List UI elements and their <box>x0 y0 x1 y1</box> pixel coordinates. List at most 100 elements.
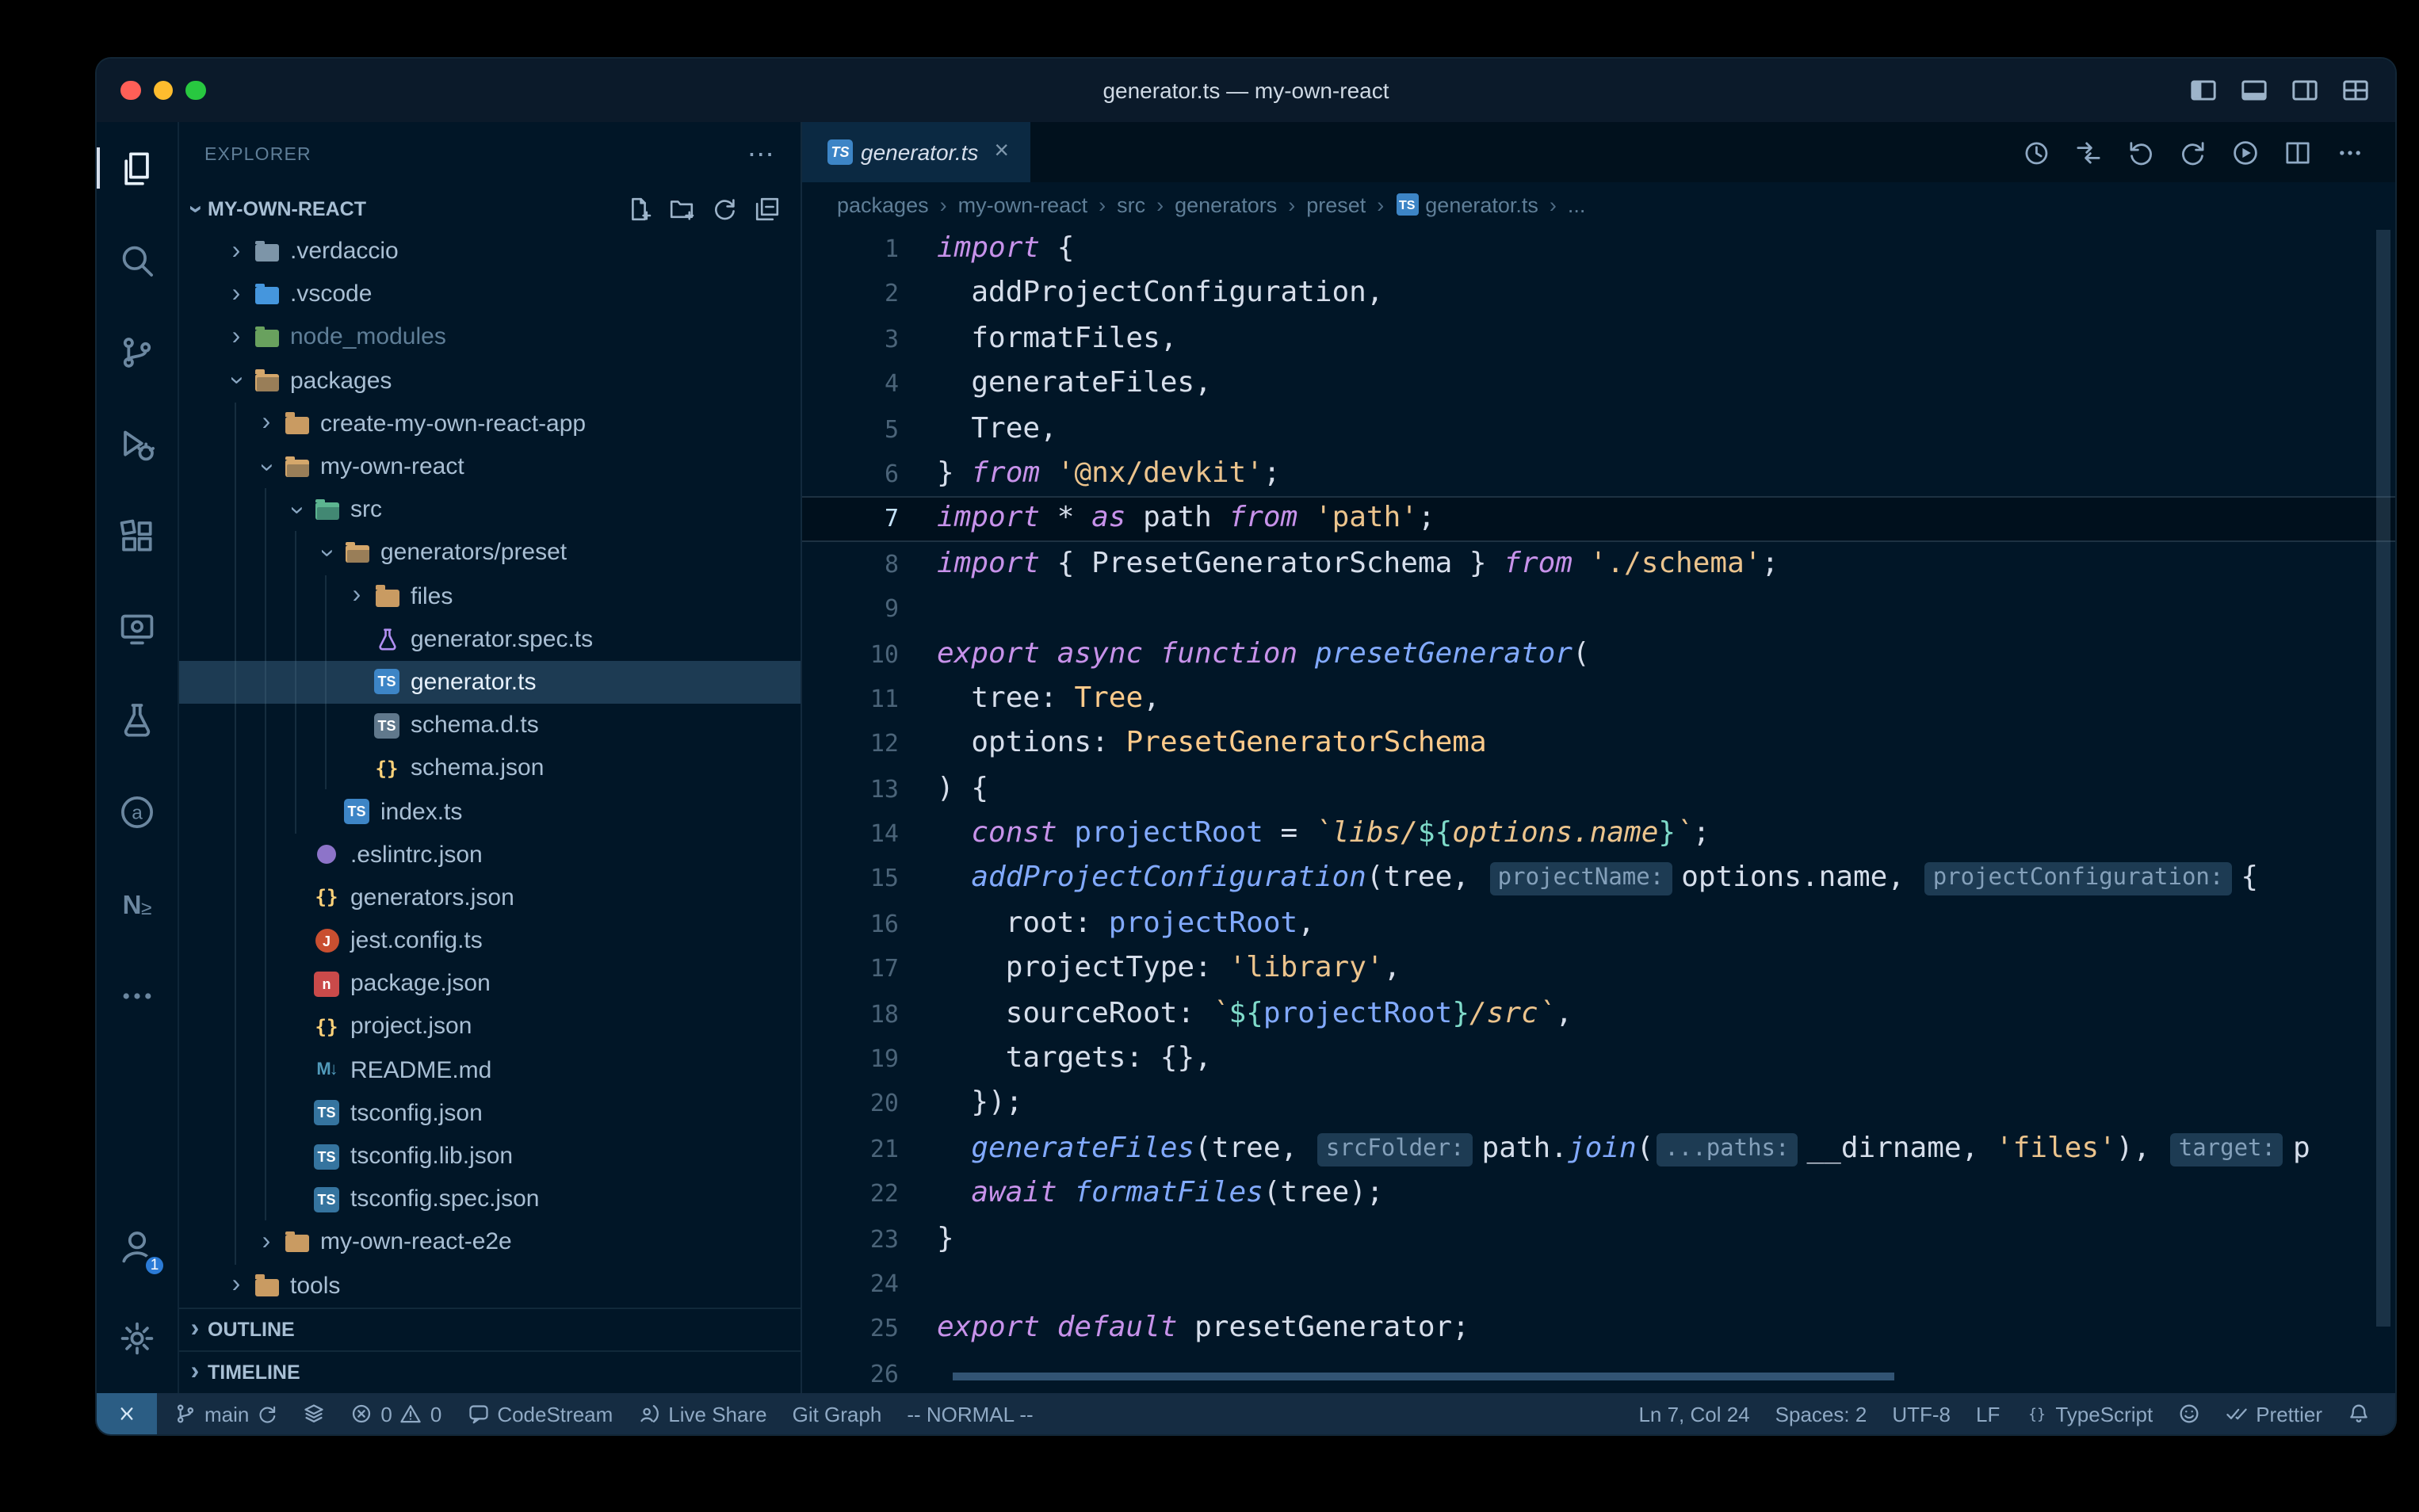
minimize-window-button[interactable] <box>153 81 173 101</box>
tree-item-tsconfig-json[interactable]: TStsconfig.json <box>179 1092 801 1135</box>
tree-item-my-own-react-e2e[interactable]: ›my-own-react-e2e <box>179 1221 801 1264</box>
line-number[interactable]: 21 <box>802 1127 937 1172</box>
code-line-7[interactable]: 7import * as path from 'path'; <box>802 497 2395 542</box>
tree-item-vscode[interactable]: ›.vscode <box>179 273 801 315</box>
status-git-branch[interactable]: main <box>162 1393 290 1434</box>
status-codestream[interactable]: CodeStream <box>454 1393 625 1434</box>
explorer-more-actions-button[interactable]: ⋯ <box>747 139 775 170</box>
code-line-14[interactable]: 14 const projectRoot = `libs/${options.n… <box>802 811 2395 857</box>
tree-item-package-json[interactable]: npackage.json <box>179 962 801 1005</box>
close-tab-button[interactable]: × <box>994 138 1009 166</box>
activity-extensions[interactable] <box>97 490 178 582</box>
tree-item-generators-json[interactable]: {}generators.json <box>179 876 801 919</box>
line-number[interactable]: 19 <box>802 1037 937 1082</box>
tree-item-verdaccio[interactable]: ›.verdaccio <box>179 230 801 273</box>
code-line-12[interactable]: 12 options: PresetGeneratorSchema <box>802 722 2395 767</box>
open-changes-button[interactable] <box>2075 139 2102 166</box>
code-line-18[interactable]: 18 sourceRoot: `${projectRoot}/src`, <box>802 991 2395 1037</box>
line-number[interactable]: 20 <box>802 1082 937 1127</box>
toggle-panel-button[interactable] <box>2240 76 2268 105</box>
titlebar[interactable]: generator.ts — my-own-react <box>97 59 2395 122</box>
activity-codestream[interactable]: a <box>97 766 178 857</box>
customize-layout-button[interactable] <box>2341 76 2370 105</box>
toggle-primary-sidebar-button[interactable] <box>2189 76 2218 105</box>
tree-item-jest-config-ts[interactable]: Jjest.config.ts <box>179 919 801 962</box>
line-number[interactable]: 4 <box>802 361 937 407</box>
activity-nx-console[interactable]: N≥ <box>97 857 178 949</box>
line-number[interactable]: 5 <box>802 407 937 452</box>
breadcrumb-item-packages[interactable]: packages <box>837 193 929 216</box>
new-file-button[interactable] <box>626 196 652 221</box>
line-number[interactable]: 11 <box>802 677 937 722</box>
activity-explorer[interactable] <box>97 122 178 214</box>
code-line-20[interactable]: 20 }); <box>802 1082 2395 1127</box>
refresh-explorer-button[interactable] <box>712 196 737 221</box>
breadcrumb-item-[interactable]: ... <box>1568 193 1586 216</box>
code-line-2[interactable]: 2 addProjectConfiguration, <box>802 272 2395 317</box>
breadcrumb-item-preset[interactable]: preset <box>1306 193 1366 216</box>
line-number[interactable]: 10 <box>802 632 937 677</box>
breadcrumb-item-src[interactable]: src <box>1117 193 1145 216</box>
status-live-share[interactable]: Live Share <box>625 1393 779 1434</box>
code-line-3[interactable]: 3 formatFiles, <box>802 317 2395 362</box>
activity-more[interactable] <box>97 949 178 1041</box>
code-line-8[interactable]: 8import { PresetGeneratorSchema } from '… <box>802 541 2395 586</box>
status-cursor-position[interactable]: Ln 7, Col 24 <box>1626 1393 1762 1434</box>
line-number[interactable]: 14 <box>802 811 937 857</box>
toggle-secondary-sidebar-button[interactable] <box>2291 76 2319 105</box>
new-folder-button[interactable] <box>669 196 694 221</box>
status-language-mode[interactable]: {}TypeScript <box>2012 1393 2165 1434</box>
tab-generator-ts[interactable]: TSgenerator.ts× <box>802 122 1031 182</box>
status-problems[interactable]: 00 <box>338 1393 454 1434</box>
code-line-22[interactable]: 22 await formatFiles(tree); <box>802 1171 2395 1216</box>
local-history-button[interactable] <box>2023 139 2050 166</box>
editor-more-actions-button[interactable] <box>2337 139 2364 166</box>
code-line-1[interactable]: 1import { <box>802 227 2395 272</box>
tree-item-generators-preset[interactable]: ›generators/preset <box>179 532 801 575</box>
accounts[interactable]: 1 <box>97 1200 178 1292</box>
code-line-21[interactable]: 21 generateFiles(tree, srcFolder:path.jo… <box>802 1127 2395 1172</box>
code-line-15[interactable]: 15 addProjectConfiguration(tree, project… <box>802 857 2395 902</box>
run-file-button[interactable] <box>2232 139 2259 166</box>
status-layers-status[interactable] <box>290 1393 338 1434</box>
tree-item-generator-spec-ts[interactable]: generator.spec.ts <box>179 617 801 660</box>
code-editor[interactable]: 1import {2 addProjectConfiguration,3 for… <box>802 227 2395 1393</box>
line-number[interactable]: 24 <box>802 1262 937 1307</box>
code-line-16[interactable]: 16 root: projectRoot, <box>802 902 2395 947</box>
activity-run-debug[interactable] <box>97 398 178 490</box>
zoom-window-button[interactable] <box>185 81 205 101</box>
line-number[interactable]: 25 <box>802 1307 937 1352</box>
line-number[interactable]: 2 <box>802 272 937 317</box>
code-line-17[interactable]: 17 projectType: 'library', <box>802 947 2395 992</box>
tree-item-eslintrc-json[interactable]: .eslintrc.json <box>179 833 801 876</box>
line-number[interactable]: 18 <box>802 991 937 1037</box>
tree-item-generator-ts[interactable]: TSgenerator.ts <box>179 661 801 704</box>
code-line-5[interactable]: 5 Tree, <box>802 407 2395 452</box>
tree-item-files[interactable]: ›files <box>179 575 801 617</box>
tree-item-project-json[interactable]: {}project.json <box>179 1006 801 1048</box>
code-line-19[interactable]: 19 targets: {}, <box>802 1037 2395 1082</box>
line-number[interactable]: 8 <box>802 541 937 586</box>
line-number[interactable]: 12 <box>802 722 937 767</box>
tree-item-tsconfig-spec-json[interactable]: TStsconfig.spec.json <box>179 1178 801 1220</box>
settings[interactable] <box>97 1292 178 1384</box>
line-number[interactable]: 17 <box>802 947 937 992</box>
code-line-10[interactable]: 10export async function presetGenerator( <box>802 632 2395 677</box>
code-line-24[interactable]: 24 <box>802 1262 2395 1307</box>
line-number[interactable]: 7 <box>802 497 937 542</box>
breadcrumb-item-generator-ts[interactable]: TSgenerator.ts <box>1395 193 1538 216</box>
activity-testing[interactable] <box>97 674 178 766</box>
status-prettier[interactable]: Prettier <box>2213 1393 2335 1434</box>
tree-item-node-modules[interactable]: ›node_modules <box>179 316 801 359</box>
tree-item-create-my-own-react-app[interactable]: ›create-my-own-react-app <box>179 403 801 445</box>
code-line-9[interactable]: 9 <box>802 586 2395 632</box>
code-line-4[interactable]: 4 generateFiles, <box>802 361 2395 407</box>
tree-item-my-own-react[interactable]: ›my-own-react <box>179 445 801 488</box>
code-line-11[interactable]: 11 tree: Tree, <box>802 677 2395 722</box>
status-git-graph[interactable]: Git Graph <box>780 1393 895 1434</box>
editor-horizontal-scrollbar[interactable] <box>953 1373 1894 1380</box>
explorer-section-header[interactable]: › MY-OWN-REACT <box>179 187 801 230</box>
status-remote-indicator[interactable] <box>97 1393 157 1434</box>
editor-vertical-scrollbar[interactable] <box>2376 230 2390 1327</box>
code-line-13[interactable]: 13) { <box>802 766 2395 811</box>
